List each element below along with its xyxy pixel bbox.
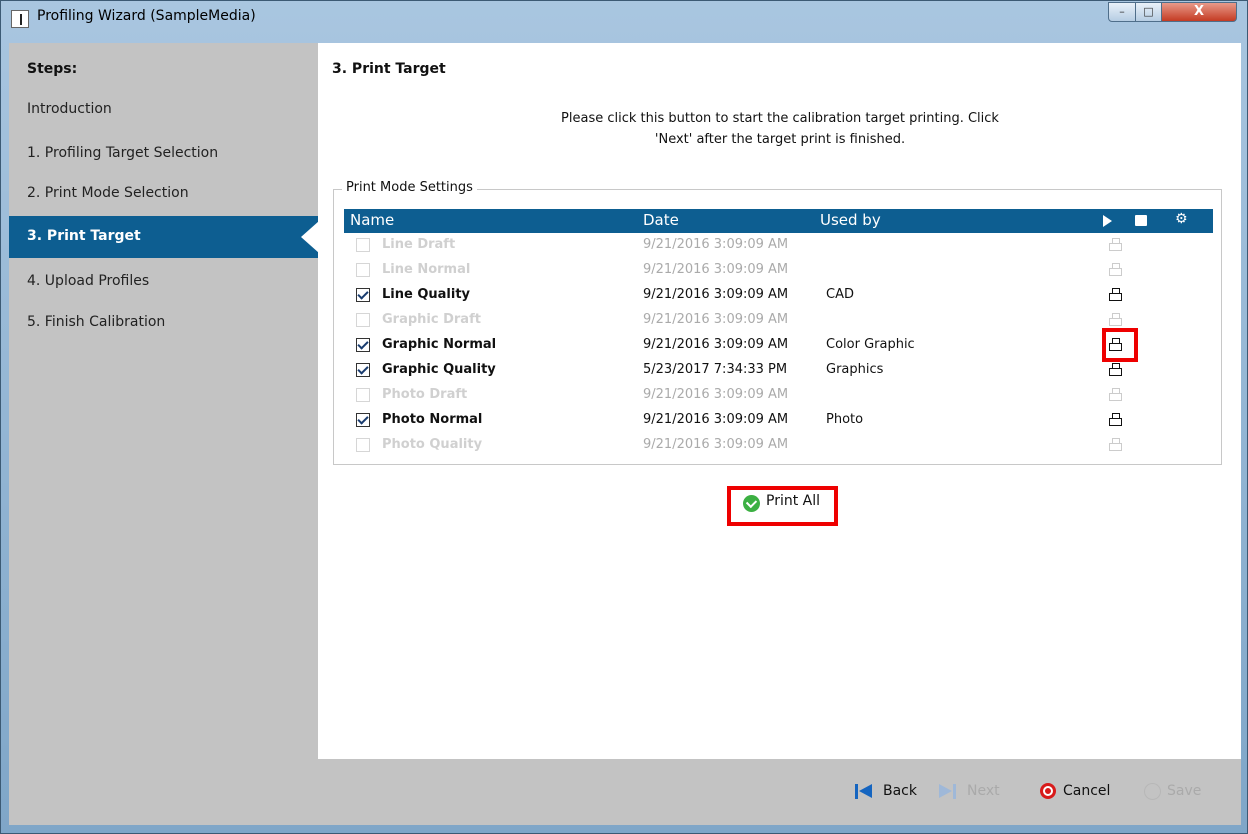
table-row[interactable]: Graphic Normal 9/21/2016 3:09:09 AM Color … (344, 333, 1213, 358)
page-title: 3. Print Target (332, 61, 446, 77)
printer-icon (1109, 438, 1123, 452)
step-print-target-label: 3. Print Target (27, 228, 141, 244)
cancel-label: Cancel (1063, 783, 1111, 799)
step-print-target-active[interactable]: 3. Print Target (9, 216, 319, 258)
printer-icon[interactable] (1135, 215, 1147, 226)
row-used-by: Color Graphic (826, 337, 915, 352)
column-header-date[interactable]: Date (643, 211, 679, 229)
row-date: 9/21/2016 3:09:09 AM (643, 287, 789, 302)
steps-sidebar: Steps: Introduction 1. Profiling Target … (9, 43, 319, 759)
row-name: Line Quality (382, 287, 471, 302)
app-icon (11, 10, 29, 28)
row-print-icon[interactable] (1109, 288, 1123, 302)
row-date: 9/21/2016 3:09:09 AM (643, 312, 789, 327)
table-row[interactable]: Photo Normal 9/21/2016 3:09:09 AM Photo (344, 408, 1213, 433)
row-name: Line Normal (382, 262, 471, 277)
column-header-used-by[interactable]: Used by (820, 211, 881, 229)
table-row[interactable]: Graphic Draft 9/21/2016 3:09:09 AM (344, 308, 1213, 333)
row-date: 9/21/2016 3:09:09 AM (643, 337, 789, 352)
footer-bar: Back Next Cancel Save (9, 759, 1241, 825)
maximize-button[interactable]: □ (1135, 2, 1162, 22)
steps-heading: Steps: (27, 61, 78, 77)
printer-icon (1109, 313, 1123, 327)
row-checkbox[interactable] (356, 338, 370, 352)
column-header-name[interactable]: Name (350, 211, 394, 229)
grid-header: Name Date Used by ⚙ (344, 209, 1213, 233)
print-mode-settings-group: Print Mode Settings Name Date Used by ⚙ … (333, 180, 1222, 465)
row-checkbox[interactable] (356, 263, 370, 277)
row-checkbox[interactable] (356, 438, 370, 452)
highlight-box-row-print (1102, 328, 1138, 362)
print-mode-settings-label: Print Mode Settings (342, 180, 477, 195)
next-label: Next (967, 783, 1000, 799)
row-checkbox[interactable] (356, 313, 370, 327)
row-checkbox[interactable] (356, 238, 370, 252)
printer-icon (1109, 238, 1123, 252)
window-title: Profiling Wizard (SampleMedia) (37, 8, 256, 24)
row-date: 9/21/2016 3:09:09 AM (643, 262, 789, 277)
settings-icon[interactable]: ⚙ (1175, 211, 1188, 227)
save-check-icon (1144, 783, 1161, 800)
row-checkbox[interactable] (356, 363, 370, 377)
row-date: 9/21/2016 3:09:09 AM (643, 387, 789, 402)
instructions-text: Please click this button to start the ca… (561, 111, 999, 147)
row-print-icon (1109, 438, 1123, 452)
back-arrow-icon (859, 784, 872, 798)
table-row[interactable]: Line Normal 9/21/2016 3:09:09 AM (344, 258, 1213, 283)
table-row[interactable]: Line Quality 9/21/2016 3:09:09 AM CAD (344, 283, 1213, 308)
row-date: 9/21/2016 3:09:09 AM (643, 412, 789, 427)
next-arrow-icon (939, 784, 952, 798)
row-name: Line Draft (382, 237, 456, 252)
back-bar-icon (855, 784, 858, 799)
highlight-box-print-all (727, 486, 838, 526)
step-upload-profiles[interactable]: 4. Upload Profiles (27, 273, 149, 289)
row-name: Graphic Normal (382, 337, 497, 352)
row-name: Photo Draft (382, 387, 468, 402)
profiling-wizard-window: Profiling Wizard (SampleMedia) – □ X Ste… (0, 0, 1248, 834)
table-row[interactable]: Line Draft 9/21/2016 3:09:09 AM (344, 233, 1213, 258)
wizard-client-area: Steps: Introduction 1. Profiling Target … (9, 43, 1241, 825)
row-date: 9/21/2016 3:09:09 AM (643, 237, 789, 252)
step-print-mode-selection[interactable]: 2. Print Mode Selection (27, 185, 189, 201)
printer-icon (1109, 263, 1123, 277)
row-checkbox[interactable] (356, 413, 370, 427)
step-introduction[interactable]: Introduction (27, 101, 112, 117)
play-icon[interactable] (1103, 215, 1112, 227)
step-profiling-target-selection[interactable]: 1. Profiling Target Selection (27, 145, 218, 161)
table-row[interactable]: Photo Quality 9/21/2016 3:09:09 AM (344, 433, 1213, 458)
row-print-icon[interactable] (1109, 363, 1123, 377)
row-used-by: Graphics (826, 362, 884, 377)
close-button[interactable]: X (1161, 2, 1237, 22)
minimize-button[interactable]: – (1108, 2, 1136, 22)
cancel-icon (1040, 783, 1056, 799)
row-name: Photo Quality (382, 437, 483, 452)
row-name: Photo Normal (382, 412, 483, 427)
row-date: 9/21/2016 3:09:09 AM (643, 437, 789, 452)
next-bar-icon (953, 784, 956, 799)
back-label: Back (883, 783, 917, 799)
row-name: Graphic Quality (382, 362, 496, 377)
row-print-icon (1109, 388, 1123, 402)
row-checkbox[interactable] (356, 288, 370, 302)
row-checkbox[interactable] (356, 388, 370, 402)
main-panel: 3. Print Target Please click this button… (318, 43, 1241, 759)
printer-icon (1109, 413, 1123, 427)
save-label: Save (1167, 783, 1202, 799)
printer-icon (1109, 363, 1123, 377)
title-bar[interactable]: Profiling Wizard (SampleMedia) – □ X (1, 1, 1247, 35)
table-row[interactable]: Photo Draft 9/21/2016 3:09:09 AM (344, 383, 1213, 408)
row-print-icon (1109, 313, 1123, 327)
row-name: Graphic Draft (382, 312, 481, 327)
row-date: 5/23/2017 7:34:33 PM (643, 362, 788, 377)
printer-icon (1109, 388, 1123, 402)
row-print-icon (1109, 263, 1123, 277)
row-print-icon (1109, 238, 1123, 252)
row-used-by: CAD (826, 287, 854, 302)
printer-icon (1109, 288, 1123, 302)
row-used-by: Photo (826, 412, 864, 427)
step-finish-calibration[interactable]: 5. Finish Calibration (27, 314, 165, 330)
table-row[interactable]: Graphic Quality 5/23/2017 7:34:33 PM Graph… (344, 358, 1213, 383)
row-print-icon[interactable] (1109, 413, 1123, 427)
